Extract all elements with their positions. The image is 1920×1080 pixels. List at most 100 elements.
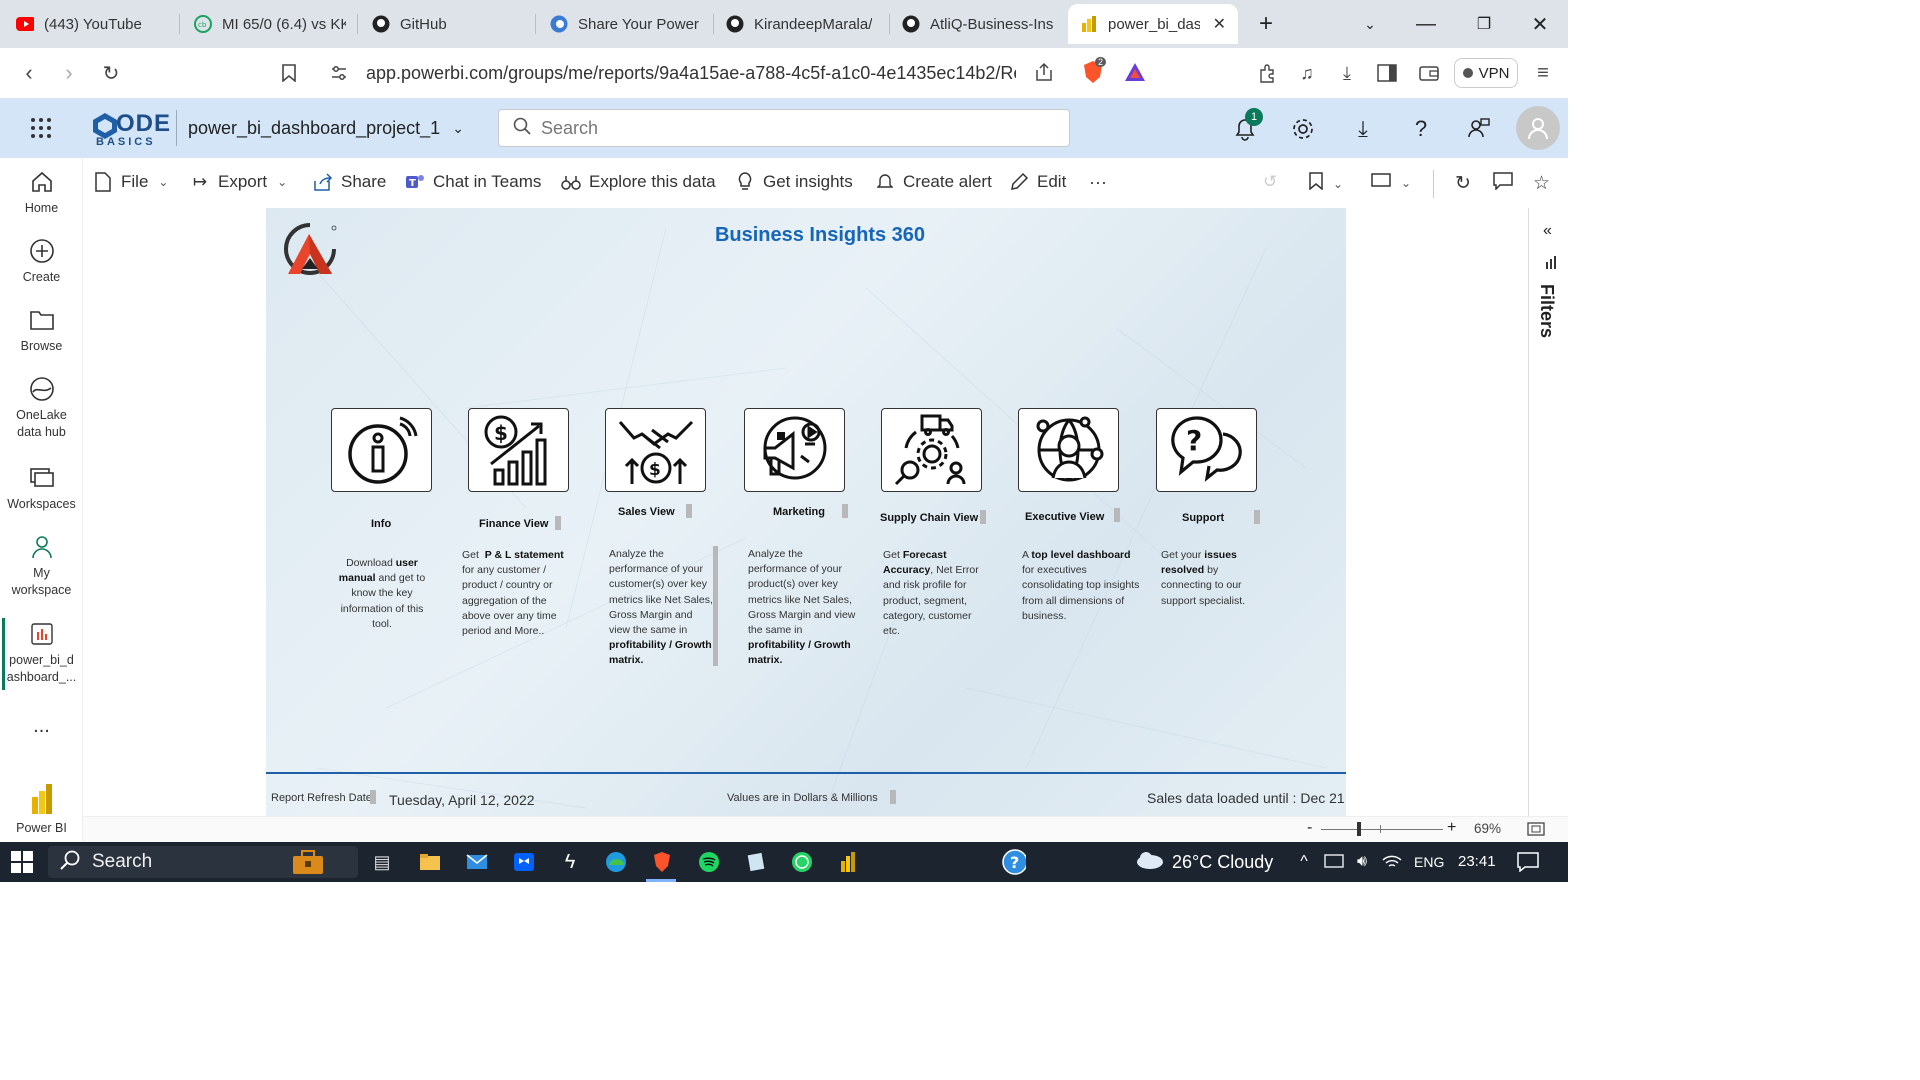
close-tab-icon[interactable]: ✕ xyxy=(1213,14,1226,34)
sales-card-button[interactable]: $ xyxy=(605,408,706,492)
mail-icon[interactable] xyxy=(465,850,489,874)
forward-button[interactable]: › xyxy=(56,60,82,86)
file-menu[interactable]: File ⌄ xyxy=(93,172,168,192)
tab-github-atliq[interactable]: AtliQ-Business-Ins xyxy=(890,4,1066,44)
get-insights-button[interactable]: Get insights xyxy=(735,172,853,192)
dropbox-icon[interactable] xyxy=(512,850,536,874)
nav-current-report[interactable]: power_bi_d ashboard_... xyxy=(0,620,83,686)
new-tab-button[interactable]: + xyxy=(1254,10,1278,37)
tab-search-chevron-icon[interactable]: ⌄ xyxy=(1358,12,1382,36)
share-page-icon[interactable] xyxy=(1034,62,1054,87)
help-icon[interactable]: ? xyxy=(1408,116,1434,142)
marketing-card-button[interactable] xyxy=(744,408,845,492)
report-name-dropdown[interactable]: power_bi_dashboard_project_1 ⌄ xyxy=(188,118,464,139)
zoom-level[interactable]: 69% xyxy=(1474,821,1501,836)
search-input[interactable]: Search xyxy=(498,109,1070,147)
tab-youtube[interactable]: (443) YouTube xyxy=(4,4,180,44)
language-indicator[interactable]: ENG xyxy=(1414,854,1444,870)
app-launcher-icon[interactable] xyxy=(28,115,54,141)
windows-start-icon[interactable] xyxy=(10,850,34,874)
more-options-button[interactable]: ··· xyxy=(1089,172,1107,193)
notification-center-icon[interactable] xyxy=(1516,850,1540,874)
brave-rewards-icon[interactable] xyxy=(1124,62,1146,87)
brave-icon[interactable] xyxy=(650,850,674,874)
address-bar[interactable]: app.powerbi.com/groups/me/reports/9a4a15… xyxy=(318,52,1158,94)
fit-to-page-icon[interactable] xyxy=(1527,822,1545,841)
minimize-button[interactable]: — xyxy=(1414,12,1438,36)
comments-icon[interactable] xyxy=(1493,172,1513,190)
zoom-slider-handle[interactable] xyxy=(1357,822,1361,836)
supply-chain-card-button[interactable] xyxy=(881,408,982,492)
share-button[interactable]: Share xyxy=(313,172,386,192)
zoom-out-button[interactable]: - xyxy=(1307,819,1312,837)
wifi-icon[interactable] xyxy=(1380,850,1404,874)
notepad-icon[interactable] xyxy=(744,850,768,874)
download-icon[interactable]: ⤓ xyxy=(1350,116,1376,142)
nav-home[interactable]: Home xyxy=(0,168,83,217)
zoom-slider-track[interactable] xyxy=(1321,829,1443,830)
brave-shield-icon[interactable]: 2 xyxy=(1082,57,1107,89)
more-icon[interactable]: ... xyxy=(0,716,83,736)
sidebar-icon[interactable] xyxy=(1374,60,1400,86)
weather-widget[interactable]: 26°C Cloudy xyxy=(1134,850,1273,875)
tab-github-kirandeep[interactable]: KirandeepMarala/ xyxy=(714,4,890,44)
view-button[interactable]: ⌄ xyxy=(1371,172,1411,193)
reload-button[interactable]: ↻ xyxy=(98,60,124,86)
bookmark-icon[interactable] xyxy=(276,60,302,86)
whatsapp-icon[interactable] xyxy=(790,850,814,874)
tab-powerbi-active[interactable]: power_bi_dasl ✕ xyxy=(1068,4,1238,44)
nav-onelake[interactable]: OneLake data hub xyxy=(0,375,83,441)
explore-data-button[interactable]: Explore this data xyxy=(561,172,716,192)
clock[interactable]: 23:41 xyxy=(1458,853,1496,870)
tray-overflow-icon[interactable]: ^ xyxy=(1292,850,1316,874)
downloads-icon[interactable]: ⤓ xyxy=(1334,60,1360,86)
nav-my-workspace[interactable]: My workspace xyxy=(0,533,83,599)
lightning-app-icon[interactable]: ϟ xyxy=(558,850,582,874)
powerbi-taskbar-icon[interactable] xyxy=(837,850,861,874)
zoom-in-button[interactable]: + xyxy=(1447,819,1456,837)
taskbar-search[interactable]: Search xyxy=(48,846,358,878)
back-button[interactable]: ‹ xyxy=(16,60,42,86)
notifications-icon[interactable]: 1 xyxy=(1232,108,1263,142)
favorite-star-icon[interactable]: ☆ xyxy=(1533,172,1550,195)
display-icon[interactable] xyxy=(1322,850,1346,874)
restore-button[interactable]: ❐ xyxy=(1472,12,1496,36)
account-avatar[interactable] xyxy=(1516,106,1560,150)
help-badge-icon[interactable]: ? xyxy=(1002,849,1026,875)
support-card-button[interactable]: ? xyxy=(1156,408,1257,492)
vpn-button[interactable]: VPN xyxy=(1454,58,1518,88)
site-settings-icon[interactable] xyxy=(330,64,348,87)
feedback-icon[interactable] xyxy=(1466,116,1492,142)
filters-label[interactable]: Filters xyxy=(1536,284,1557,338)
finance-card-button[interactable]: $ xyxy=(468,408,569,492)
tab-codebasics[interactable]: Share Your Power B xyxy=(538,4,714,44)
spotify-icon[interactable] xyxy=(697,850,721,874)
tab-cricbuzz[interactable]: cb MI 65/0 (6.4) vs KK xyxy=(182,4,358,44)
browser-menu-icon[interactable]: ≡ xyxy=(1530,60,1556,86)
extensions-icon[interactable] xyxy=(1254,60,1280,86)
edge-icon[interactable] xyxy=(604,850,628,874)
file-explorer-icon[interactable] xyxy=(418,850,442,874)
close-window-button[interactable]: ✕ xyxy=(1528,12,1552,36)
settings-gear-icon[interactable] xyxy=(1290,116,1316,142)
executive-card-button[interactable] xyxy=(1018,408,1119,492)
chat-in-teams-button[interactable]: T Chat in Teams xyxy=(405,172,541,192)
nav-browse[interactable]: Browse xyxy=(0,306,83,355)
collapse-pane-icon[interactable]: « xyxy=(1543,222,1552,240)
nav-powerbi[interactable]: Power BI xyxy=(0,782,83,837)
reset-icon[interactable]: ↺ xyxy=(1263,172,1277,192)
volume-icon[interactable]: 🔊︎ xyxy=(1350,850,1374,874)
bookmarks-button[interactable]: ⌄ xyxy=(1309,172,1343,195)
wallet-icon[interactable] xyxy=(1416,60,1442,86)
create-alert-button[interactable]: Create alert xyxy=(875,172,992,192)
url-text[interactable]: app.powerbi.com/groups/me/reports/9a4a15… xyxy=(366,63,1016,84)
music-icon[interactable]: ♫ xyxy=(1294,60,1320,86)
tab-github[interactable]: GitHub xyxy=(360,4,536,44)
nav-create[interactable]: Create xyxy=(0,237,83,286)
refresh-icon[interactable]: ↻ xyxy=(1455,172,1471,195)
edit-button[interactable]: Edit xyxy=(1009,172,1066,192)
task-view-icon[interactable]: ▤ xyxy=(370,850,394,874)
info-card-button[interactable] xyxy=(331,408,432,492)
nav-workspaces[interactable]: Workspaces xyxy=(0,464,83,513)
export-menu[interactable]: ↦ Export ⌄ xyxy=(190,172,287,192)
